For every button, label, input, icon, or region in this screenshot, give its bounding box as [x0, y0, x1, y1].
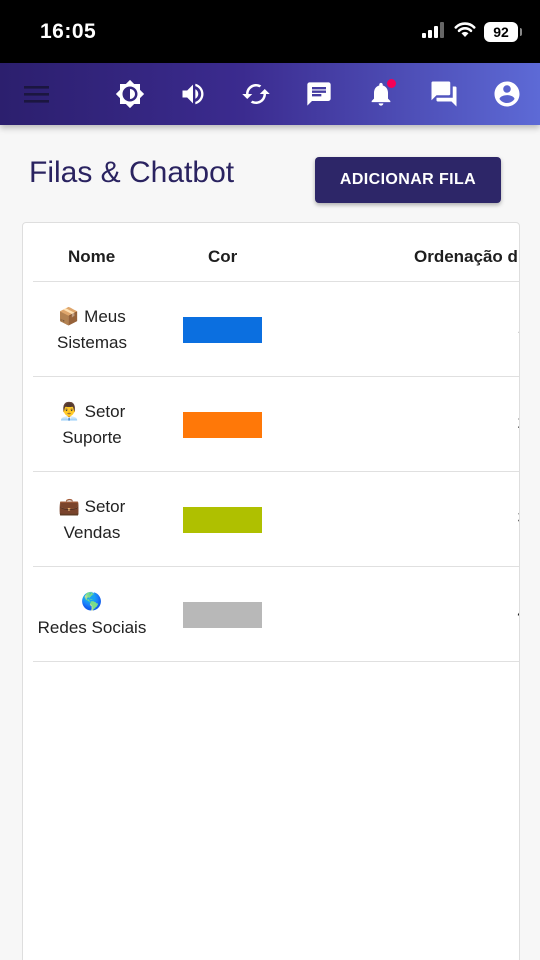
queue-color-swatch: [183, 507, 262, 533]
briefcase-emoji-icon: 💼: [58, 496, 80, 516]
queue-order: 3: [518, 508, 519, 528]
queue-name: Redes Sociais: [37, 617, 147, 637]
box-emoji-icon: 📦: [58, 306, 80, 326]
status-time: 16:05: [40, 20, 97, 43]
brightness-icon[interactable]: [114, 78, 146, 110]
signal-icon: [422, 21, 446, 43]
table-row[interactable]: 📦 Meus Sistemas 1: [33, 282, 519, 377]
table-row[interactable]: 🌎 Redes Sociais 4: [33, 567, 519, 662]
table-header: Nome Cor Ordenação d: [33, 223, 519, 282]
office-worker-emoji-icon: 👨‍💼: [58, 401, 80, 421]
globe-emoji-icon: 🌎: [81, 591, 103, 611]
menu-icon[interactable]: [21, 78, 53, 110]
table-row[interactable]: 👨‍💼 Setor Suporte 2: [33, 377, 519, 472]
queue-name-cell: 💼 Setor Vendas: [33, 472, 151, 567]
header-name[interactable]: Nome: [68, 247, 115, 267]
bell-icon[interactable]: [365, 78, 397, 110]
queue-color-swatch: [183, 602, 262, 628]
sync-icon[interactable]: [240, 78, 272, 110]
app-bar: [0, 63, 540, 125]
forum-icon[interactable]: [428, 78, 460, 110]
queue-name-cell: 👨‍💼 Setor Suporte: [33, 377, 151, 472]
queue-order: 4: [518, 603, 519, 623]
queue-color-swatch: [183, 317, 262, 343]
battery-icon: 92: [484, 22, 522, 42]
wifi-icon: [454, 21, 476, 43]
header-order[interactable]: Ordenação d: [414, 247, 518, 267]
queue-name-cell: 📦 Meus Sistemas: [33, 282, 151, 377]
status-bar: 16:05 92: [0, 0, 540, 63]
queue-order: 2: [518, 413, 519, 433]
account-icon[interactable]: [491, 78, 523, 110]
volume-icon[interactable]: [177, 78, 209, 110]
chat-icon[interactable]: [303, 78, 335, 110]
status-icons: 92: [422, 21, 522, 43]
notification-dot: [387, 79, 396, 88]
add-queue-button[interactable]: ADICIONAR FILA: [315, 157, 501, 203]
page-title: Filas & Chatbot: [29, 156, 235, 189]
table-row[interactable]: 💼 Setor Vendas 3: [33, 472, 519, 567]
queue-color-swatch: [183, 412, 262, 438]
queues-table: Nome Cor Ordenação d 📦 Meus Sistemas 1 👨…: [22, 222, 520, 960]
queue-order: 1: [518, 318, 519, 338]
queue-name-cell: 🌎 Redes Sociais: [33, 567, 151, 662]
header-color[interactable]: Cor: [208, 247, 237, 267]
